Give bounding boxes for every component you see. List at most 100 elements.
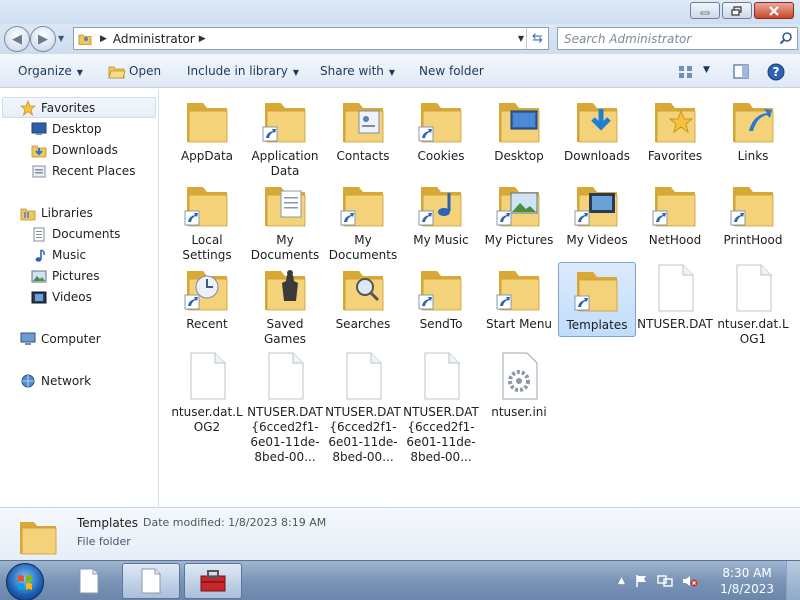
taskbar-notepad-button[interactable] [60,563,118,599]
file-item[interactable]: My Videos [558,179,636,248]
breadcrumb-separator-icon[interactable]: ▶ [199,34,206,44]
preview-pane-icon[interactable] [733,64,749,79]
forward-button[interactable]: ▶ [30,26,56,52]
refresh-button[interactable]: ⇆ [526,28,548,49]
file-item[interactable]: NTUSER.DAT [636,263,714,332]
view-options-icon[interactable] [678,65,694,79]
file-item[interactable]: Cookies [402,95,480,164]
help-icon[interactable]: ? [767,63,785,81]
nav-computer[interactable]: Computer [20,329,101,349]
taskbar-notepad-button-active[interactable] [122,563,180,599]
nav-downloads[interactable]: Downloads [31,140,118,160]
details-modified: Date modified: 1/8/2023 8:19 AM [143,516,327,529]
file-item-label: Start Menu [485,317,553,331]
file-icon [729,263,777,313]
file-item[interactable]: Searches [324,263,402,332]
downloads-folder-icon [573,95,621,145]
details-type: File folder [77,535,131,548]
folder-icon [261,95,309,145]
file-item[interactable]: ntuser.dat.LOG1 [714,263,792,347]
search-placeholder: Search Administrator [564,31,692,46]
address-dropdown-icon[interactable]: ▼ [518,34,524,43]
nav-libraries[interactable]: Libraries [20,203,93,223]
close-button[interactable] [754,2,794,19]
file-item[interactable]: Templates [558,262,636,337]
favorites-folder-icon [651,95,699,145]
share-with-label: Share with [320,64,384,78]
action-center-flag-icon[interactable] [634,574,648,588]
folder-user-icon [78,34,92,45]
file-item[interactable]: Saved Games [246,263,324,347]
windows-logo-icon [18,575,32,590]
back-button[interactable]: ◀ [4,26,30,52]
file-item[interactable]: ntuser.dat.LOG2 [168,351,246,435]
nav-music[interactable]: Music [31,245,86,265]
file-item[interactable]: My Music [402,179,480,248]
minimize-icon [700,11,710,14]
contacts-folder-icon [339,95,387,145]
file-item[interactable]: Start Menu [480,263,558,332]
network-status-icon[interactable] [657,574,673,588]
taskbar-toolbox-button[interactable] [184,563,242,599]
show-desktop-button[interactable] [786,561,800,600]
file-icon [651,263,699,313]
breadcrumb-current[interactable]: Administrator [113,32,195,46]
file-item[interactable]: Recent [168,263,246,332]
include-in-library-button[interactable]: Include in library ▼ [187,64,299,78]
nav-pictures[interactable]: Pictures [31,266,100,286]
nav-documents[interactable]: Documents [31,224,120,244]
breadcrumb-separator-icon[interactable]: ▶ [100,34,107,44]
clock[interactable]: 8:30 AM 1/8/2023 [720,565,774,597]
file-item[interactable]: My Documents [246,179,324,263]
search-icon[interactable] [779,31,793,45]
restore-button[interactable] [722,2,752,19]
file-item[interactable]: Favorites [636,95,714,164]
view-dropdown-icon[interactable]: ▼ [703,65,710,75]
file-item[interactable]: AppData [168,95,246,164]
folder-icon [183,95,231,145]
recent-pages-dropdown[interactable]: ▼ [58,34,64,43]
file-item[interactable]: NTUSER.DAT{6cced2f1-6e01-11de-8bed-00... [324,351,402,465]
search-input[interactable]: Search Administrator [557,27,798,50]
file-item[interactable]: Desktop [480,95,558,164]
file-item[interactable]: NTUSER.DAT{6cced2f1-6e01-11de-8bed-00... [246,351,324,465]
start-button[interactable] [6,563,44,600]
file-item[interactable]: SendTo [402,263,480,332]
nav-recent-places[interactable]: Recent Places [31,161,135,181]
nav-network[interactable]: Network [20,371,91,391]
address-bar[interactable]: ▶ Administrator ▶ ▼ ⇆ [73,27,549,50]
show-hidden-icons-icon[interactable]: ▲ [618,576,625,586]
file-item[interactable]: NTUSER.DAT{6cced2f1-6e01-11de-8bed-00... [402,351,480,465]
new-folder-button[interactable]: New folder [419,64,484,78]
nav-desktop[interactable]: Desktop [31,119,102,139]
file-list[interactable]: AppData Application Data Contacts Cookie… [160,89,800,507]
documents-icon [33,227,45,241]
desktop-folder-icon [495,95,543,145]
file-item[interactable]: Local Settings [168,179,246,263]
network-icon [21,374,35,387]
file-item[interactable]: Downloads [558,95,636,164]
file-item[interactable]: Application Data [246,95,324,179]
open-button[interactable]: Open [129,64,161,78]
window-controls [690,2,794,19]
file-item[interactable]: NetHood [636,179,714,248]
organize-button[interactable]: Organize ▼ [18,64,83,78]
nav-favorites[interactable]: Favorites [20,98,95,118]
file-item-label: AppData [180,149,234,163]
nav-videos[interactable]: Videos [31,287,92,307]
file-item-label: Application Data [251,149,319,178]
file-item[interactable]: ntuser.ini [480,351,558,420]
file-item[interactable]: Contacts [324,95,402,164]
file-item-label: Local Settings [182,233,232,262]
file-item-label: My Documents [250,233,320,262]
minimize-button[interactable] [690,2,720,19]
file-item[interactable]: My Documents [324,179,402,263]
file-item[interactable]: PrintHood [714,179,792,248]
file-item[interactable]: My Pictures [480,179,558,248]
share-with-button[interactable]: Share with ▼ [320,64,395,78]
volume-muted-icon[interactable] [682,574,698,588]
notepad-icon [141,568,161,594]
file-icon [339,351,387,401]
folder-icon [183,179,231,229]
file-item[interactable]: Links [714,95,792,164]
